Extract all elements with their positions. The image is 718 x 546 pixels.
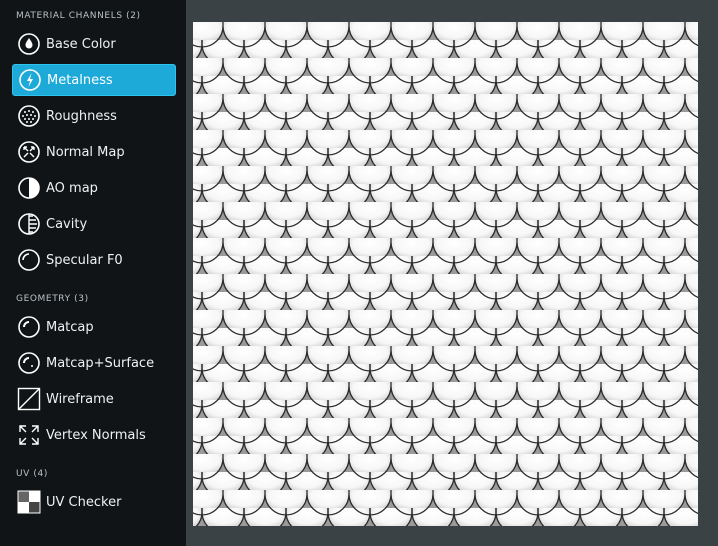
viewport[interactable] bbox=[186, 0, 718, 546]
channel-label: Roughness bbox=[46, 108, 117, 124]
uv-checker-icon bbox=[17, 490, 41, 514]
ao-map-icon bbox=[17, 176, 41, 200]
channel-item-base-color[interactable]: Base Color bbox=[12, 28, 176, 60]
channel-item-specular-f0[interactable]: Specular F0 bbox=[12, 244, 176, 276]
cavity-icon bbox=[17, 212, 41, 236]
channel-label: Vertex Normals bbox=[46, 427, 146, 443]
section-header-material-channels: MATERIAL CHANNELS (2) bbox=[16, 11, 141, 21]
channel-item-vertex-normals[interactable]: Vertex Normals bbox=[12, 419, 176, 451]
metalness-icon bbox=[18, 68, 42, 92]
channel-item-uv-checker[interactable]: UV Checker bbox=[12, 486, 176, 518]
channel-sidebar: MATERIAL CHANNELS (2) Base Color Metalne… bbox=[0, 0, 186, 546]
channel-label: AO map bbox=[46, 180, 98, 196]
channel-item-wireframe[interactable]: Wireframe bbox=[12, 383, 176, 415]
channel-item-normal-map[interactable]: Normal Map bbox=[12, 136, 176, 168]
channel-label: Wireframe bbox=[46, 391, 114, 407]
channel-label: Metalness bbox=[47, 72, 113, 88]
channel-label: Matcap bbox=[46, 319, 94, 335]
channel-item-matcap-surface[interactable]: Matcap+Surface bbox=[12, 347, 176, 379]
section-header-uv: UV (4) bbox=[16, 469, 48, 479]
texture-preview bbox=[193, 22, 698, 526]
channel-item-matcap[interactable]: Matcap bbox=[12, 311, 176, 343]
channel-label: UV Checker bbox=[46, 494, 122, 510]
base-color-icon bbox=[17, 32, 41, 56]
inspector-app: MATERIAL CHANNELS (2) Base Color Metalne… bbox=[0, 0, 718, 546]
channel-label: Cavity bbox=[46, 216, 88, 232]
channel-label: Specular F0 bbox=[46, 252, 123, 268]
channel-item-cavity[interactable]: Cavity bbox=[12, 208, 176, 240]
channel-item-roughness[interactable]: Roughness bbox=[12, 100, 176, 132]
roughness-icon bbox=[17, 104, 41, 128]
matcap-icon bbox=[17, 315, 41, 339]
section-header-geometry: GEOMETRY (3) bbox=[16, 294, 89, 304]
wireframe-icon bbox=[17, 387, 41, 411]
channel-label: Base Color bbox=[46, 36, 116, 52]
matcap-surface-icon bbox=[17, 351, 41, 375]
channel-label: Normal Map bbox=[46, 144, 125, 160]
specular-f0-icon bbox=[17, 248, 41, 272]
channel-label: Matcap+Surface bbox=[46, 355, 155, 371]
normal-map-icon bbox=[17, 140, 41, 164]
channel-item-ao-map[interactable]: AO map bbox=[12, 172, 176, 204]
channel-item-metalness[interactable]: Metalness bbox=[12, 64, 176, 96]
vertex-normals-icon bbox=[17, 423, 41, 447]
